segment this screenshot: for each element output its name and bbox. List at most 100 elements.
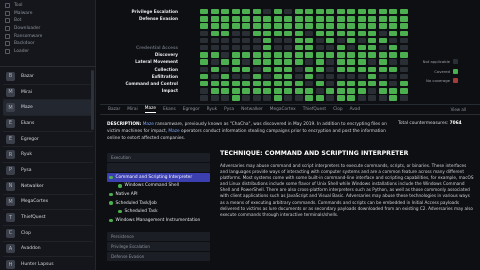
matrix-cell[interactable]: [231, 52, 240, 58]
matrix-cell[interactable]: [399, 45, 408, 51]
matrix-cell[interactable]: [252, 73, 261, 80]
matrix-cell[interactable]: [336, 9, 345, 15]
matrix-cell[interactable]: [242, 30, 250, 36]
matrix-cell[interactable]: [252, 23, 261, 29]
matrix-cell[interactable]: [378, 95, 387, 101]
matrix-cell[interactable]: [210, 52, 219, 58]
matrix-cell[interactable]: [305, 95, 313, 101]
matrix-cell[interactable]: [294, 81, 303, 87]
matrix-cell[interactable]: [305, 9, 313, 15]
matrix-cell[interactable]: [210, 88, 219, 94]
matrix-cell[interactable]: [347, 52, 355, 58]
matrix-cell[interactable]: [357, 73, 366, 80]
actor-item[interactable]: C Clop: [3, 226, 93, 242]
matrix-cell[interactable]: [273, 9, 282, 15]
matrix-cell[interactable]: [305, 30, 313, 36]
matrix-cell[interactable]: [389, 45, 397, 51]
matrix-cell[interactable]: [221, 52, 229, 58]
matrix-cell[interactable]: [347, 23, 355, 29]
tactic-label[interactable]: Collection: [100, 67, 178, 72]
matrix-cell[interactable]: [210, 95, 219, 101]
matrix-cell[interactable]: [347, 45, 355, 51]
matrix-cell[interactable]: [284, 95, 292, 101]
matrix-cell[interactable]: [305, 81, 313, 87]
matrix-cell[interactable]: [242, 81, 250, 87]
matrix-cell[interactable]: [294, 88, 303, 94]
matrix-cell[interactable]: [200, 23, 208, 29]
checkbox-icon[interactable]: [5, 18, 10, 24]
matrix-cell[interactable]: [357, 81, 366, 87]
technique-item[interactable]: Command and Scripting Interpreter: [107, 173, 210, 182]
matrix-cell[interactable]: [347, 9, 355, 15]
checkbox-icon[interactable]: [5, 26, 10, 32]
matrix-cell[interactable]: [231, 73, 240, 80]
matrix-cell[interactable]: [336, 37, 345, 44]
actor-item[interactable]: E Ekans: [3, 116, 93, 132]
matrix-cell[interactable]: [210, 9, 219, 15]
matrix-cell[interactable]: [273, 88, 282, 94]
matrix-cell[interactable]: [336, 16, 345, 22]
matrix-cell[interactable]: [263, 88, 271, 94]
matrix-cell[interactable]: [200, 59, 208, 65]
tab-maze[interactable]: Maze: [144, 106, 156, 113]
matrix-cell[interactable]: [231, 59, 240, 65]
matrix-cell[interactable]: [399, 9, 408, 15]
matrix-cell[interactable]: [284, 59, 292, 65]
matrix-cell[interactable]: [221, 81, 229, 87]
tactic-label[interactable]: Command and Control: [100, 81, 178, 86]
matrix-cell[interactable]: [326, 81, 334, 87]
matrix-cell[interactable]: [242, 9, 250, 15]
matrix-cell[interactable]: [326, 95, 334, 101]
matrix-cell[interactable]: [389, 88, 397, 94]
tactic-bar[interactable]: Persistence: [107, 231, 210, 241]
tactic-label[interactable]: Privilege Escalation: [100, 9, 178, 14]
matrix-cell[interactable]: [210, 73, 219, 80]
matrix-cell[interactable]: [315, 30, 324, 36]
type-filter[interactable]: Bot: [5, 17, 90, 25]
matrix-cell[interactable]: [242, 73, 250, 80]
matrix-cell[interactable]: [336, 88, 345, 94]
matrix-cell[interactable]: [357, 30, 366, 36]
matrix-cell[interactable]: [221, 30, 229, 36]
matrix-cell[interactable]: [252, 66, 261, 72]
matrix-cell[interactable]: [315, 95, 324, 101]
matrix-cell[interactable]: [347, 16, 355, 22]
description-link-a[interactable]: Maze: [143, 122, 154, 127]
tab-bazar[interactable]: Bazar: [108, 107, 120, 112]
matrix-cell[interactable]: [315, 66, 324, 72]
matrix-cell[interactable]: [294, 95, 303, 101]
matrix-cell[interactable]: [221, 88, 229, 94]
type-filter[interactable]: Tool: [5, 2, 90, 10]
matrix-cell[interactable]: [221, 73, 229, 80]
matrix-cell[interactable]: [221, 16, 229, 22]
matrix-cell[interactable]: [315, 23, 324, 29]
matrix-cell[interactable]: [357, 66, 366, 72]
matrix-cell[interactable]: [336, 81, 345, 87]
matrix-cell[interactable]: [200, 16, 208, 22]
matrix-cell[interactable]: [273, 59, 282, 65]
checkbox-icon[interactable]: [5, 3, 10, 9]
matrix-cell[interactable]: [368, 9, 376, 15]
matrix-cell[interactable]: [347, 37, 355, 44]
tactic-label[interactable]: Impact: [100, 88, 178, 93]
matrix-cell[interactable]: [378, 45, 387, 51]
matrix-cell[interactable]: [231, 66, 240, 72]
actor-item[interactable]: M Mirai: [3, 85, 93, 101]
matrix-cell[interactable]: [221, 66, 229, 72]
tactic-bar[interactable]: Privilege Escalation: [107, 241, 210, 251]
matrix-cell[interactable]: [357, 16, 366, 22]
matrix-cell[interactable]: [368, 30, 376, 36]
matrix-cell[interactable]: [326, 37, 334, 44]
matrix-cell[interactable]: [347, 88, 355, 94]
matrix-cell[interactable]: [294, 45, 303, 51]
matrix-cell[interactable]: [210, 59, 219, 65]
matrix-cell[interactable]: [242, 23, 250, 29]
matrix-cell[interactable]: [200, 95, 208, 101]
matrix-cell[interactable]: [242, 16, 250, 22]
matrix-cell[interactable]: [210, 37, 219, 44]
matrix-cell[interactable]: [399, 30, 408, 36]
matrix-cell[interactable]: [294, 37, 303, 44]
matrix-cell[interactable]: [357, 45, 366, 51]
matrix-cell[interactable]: [263, 37, 271, 44]
actor-item[interactable]: R Ryuk: [3, 147, 93, 164]
